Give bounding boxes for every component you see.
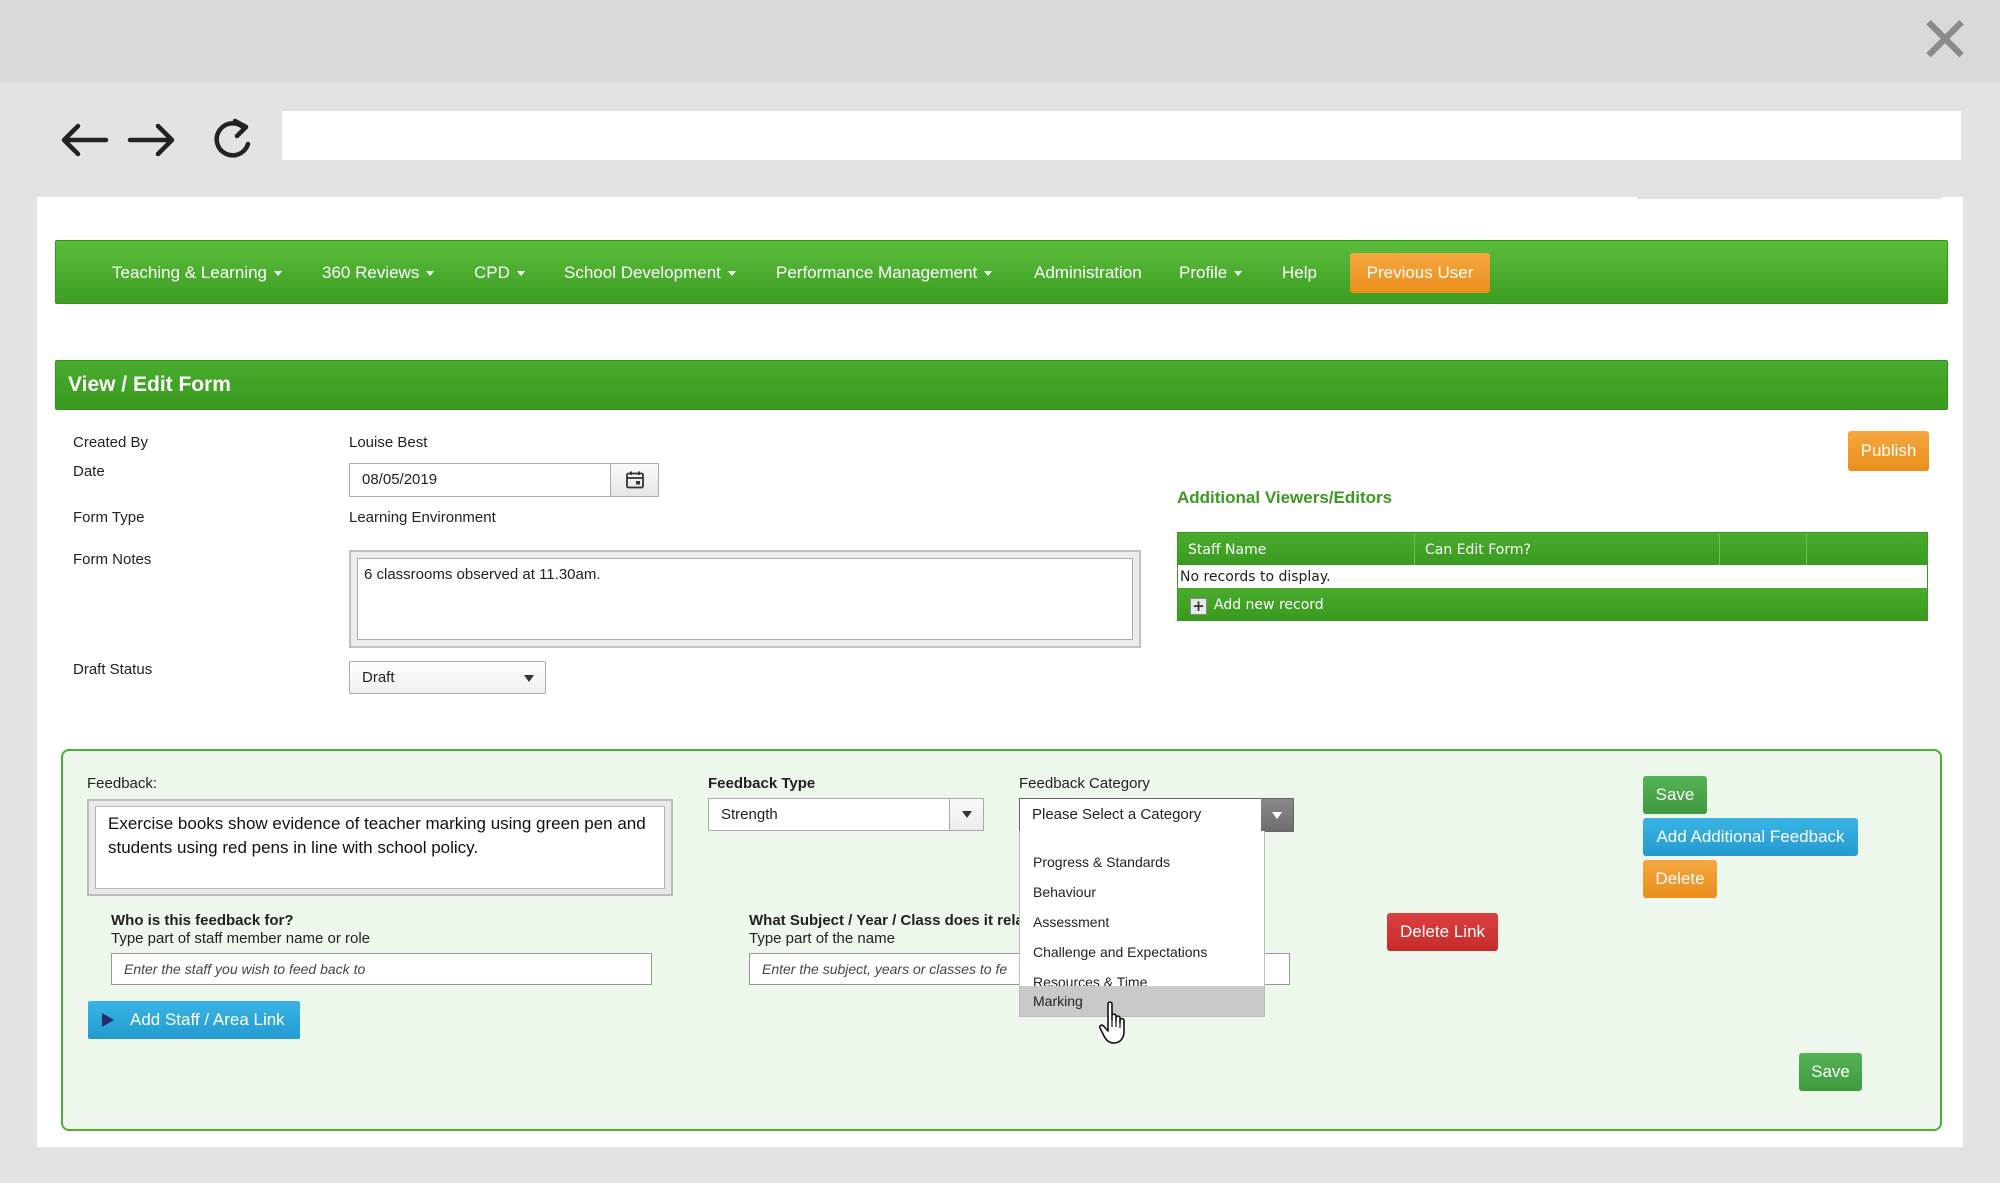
add-new-record-button[interactable]: + Add new record <box>1190 588 1324 622</box>
main-navbar: Teaching & Learning 360 Reviews CPD Scho… <box>55 240 1948 304</box>
nav-label: School Development <box>564 263 721 282</box>
address-bar[interactable] <box>282 111 1961 160</box>
who-label: Who is this feedback for? <box>111 912 294 929</box>
save-button[interactable]: Save <box>1643 776 1707 814</box>
subject-label: What Subject / Year / Class does it rela <box>749 912 1024 929</box>
feedback-wrapper: Exercise books show evidence of teacher … <box>87 799 673 896</box>
nav-school-development[interactable]: School Development <box>564 241 736 305</box>
caret-down-icon <box>727 271 736 277</box>
nav-teaching-learning[interactable]: Teaching & Learning <box>112 241 283 305</box>
form-notes-label: Form Notes <box>73 551 152 568</box>
nav-cpd[interactable]: CPD <box>474 241 525 305</box>
subject-hint: Type part of the name <box>749 930 895 947</box>
nav-label: Teaching & Learning <box>112 263 268 282</box>
page-title: View / Edit Form <box>68 373 231 396</box>
feedback-category-dropdown-button[interactable] <box>1261 799 1293 831</box>
column-empty <box>1807 533 1927 565</box>
window-titlebar <box>0 0 2000 82</box>
column-empty <box>1720 533 1807 565</box>
chevron-down-icon <box>1272 812 1282 819</box>
nav-label: CPD <box>474 263 510 282</box>
delete-button[interactable]: Delete <box>1643 860 1717 898</box>
delete-link-button[interactable]: Delete Link <box>1387 913 1498 951</box>
date-field[interactable]: 08/05/2019 <box>349 463 659 497</box>
form-type-label: Form Type <box>73 509 145 526</box>
form-notes-wrapper: 6 classrooms observed at 11.30am. <box>349 550 1141 648</box>
category-dropdown-list: Progress & Standards Behaviour Assessmen… <box>1019 831 1265 1017</box>
reload-icon[interactable] <box>204 112 260 168</box>
nav-label: 360 Reviews <box>322 263 420 282</box>
date-label: Date <box>73 463 105 480</box>
feedback-textarea[interactable]: Exercise books show evidence of teacher … <box>95 806 665 889</box>
grid-empty-message: No records to display. <box>1180 569 1331 585</box>
draft-status-label: Draft Status <box>73 661 153 678</box>
form-type-value: Learning Environment <box>349 509 496 526</box>
date-value: 08/05/2019 <box>362 471 438 488</box>
add-link-label: Add Staff / Area Link <box>130 1010 285 1029</box>
draft-status-select[interactable]: Draft <box>349 661 546 694</box>
category-option[interactable]: Assessment <box>1020 907 1264 937</box>
caret-down-icon <box>274 271 283 277</box>
page-divider <box>1637 197 1942 199</box>
save-bottom-button[interactable]: Save <box>1799 1053 1862 1091</box>
close-icon[interactable]: ✕ <box>1918 9 1972 73</box>
who-hint: Type part of staff member name or role <box>111 930 371 947</box>
category-option[interactable]: Behaviour <box>1020 877 1264 907</box>
add-staff-area-link-button[interactable]: Add Staff / Area Link <box>88 1001 300 1039</box>
grid-header: Staff Name Can Edit Form? <box>1178 533 1927 565</box>
draft-status-value: Draft <box>362 669 395 686</box>
category-option-highlighted[interactable]: Marking <box>1020 986 1264 1016</box>
created-by-value: Louise Best <box>349 434 428 451</box>
nav-360-reviews[interactable]: 360 Reviews <box>322 241 435 305</box>
form-header: View / Edit Form <box>55 360 1948 410</box>
feedback-type-value: Strength <box>721 806 778 823</box>
nav-profile[interactable]: Profile <box>1179 241 1243 305</box>
caret-down-icon <box>426 271 435 277</box>
feedback-type-label: Feedback Type <box>708 775 816 792</box>
calendar-icon <box>626 471 644 489</box>
column-can-edit[interactable]: Can Edit Form? <box>1415 533 1720 565</box>
plus-icon: + <box>1190 598 1207 615</box>
play-icon <box>102 1013 114 1027</box>
staff-input[interactable]: Enter the staff you wish to feed back to <box>111 953 652 985</box>
feedback-type-dropdown-button[interactable] <box>949 799 983 830</box>
column-staff-name[interactable]: Staff Name <box>1178 533 1415 565</box>
forward-arrow-icon[interactable] <box>124 112 180 168</box>
feedback-type-select[interactable]: Strength <box>708 798 984 831</box>
chevron-down-icon <box>962 811 972 818</box>
feedback-category-value: Please Select a Category <box>1032 806 1202 823</box>
viewers-grid: Staff Name Can Edit Form? No records to … <box>1177 532 1928 621</box>
add-record-label: Add new record <box>1214 597 1324 613</box>
nav-label: Profile <box>1179 263 1228 282</box>
category-option[interactable]: Challenge and Expectations <box>1020 937 1264 967</box>
previous-user-button[interactable]: Previous User <box>1350 253 1490 293</box>
nav-label: Performance Management <box>776 263 978 282</box>
chevron-down-icon <box>524 675 534 682</box>
publish-button[interactable]: Publish <box>1848 431 1929 471</box>
nav-label: Help <box>1282 263 1317 282</box>
nav-help[interactable]: Help <box>1282 241 1317 305</box>
viewers-title: Additional Viewers/Editors <box>1177 488 1393 507</box>
hand-pointer-icon <box>1098 1001 1125 1044</box>
nav-performance-management[interactable]: Performance Management <box>776 241 993 305</box>
date-picker-button[interactable] <box>610 464 658 496</box>
form-notes-textarea[interactable]: 6 classrooms observed at 11.30am. <box>357 558 1133 640</box>
nav-label: Administration <box>1034 263 1142 282</box>
feedback-category-label: Feedback Category <box>1019 775 1150 792</box>
caret-down-icon <box>984 271 993 277</box>
caret-down-icon <box>516 271 525 277</box>
grid-footer: + Add new record <box>1178 588 1927 620</box>
feedback-label: Feedback: <box>87 775 158 792</box>
back-arrow-icon[interactable] <box>56 112 112 168</box>
add-additional-feedback-button[interactable]: Add Additional Feedback <box>1643 818 1858 856</box>
category-option[interactable]: Progress & Standards <box>1020 847 1264 877</box>
caret-down-icon <box>1234 271 1243 277</box>
nav-administration[interactable]: Administration <box>1034 241 1142 305</box>
created-by-label: Created By <box>73 434 149 451</box>
feedback-category-select[interactable]: Please Select a Category <box>1019 798 1294 832</box>
